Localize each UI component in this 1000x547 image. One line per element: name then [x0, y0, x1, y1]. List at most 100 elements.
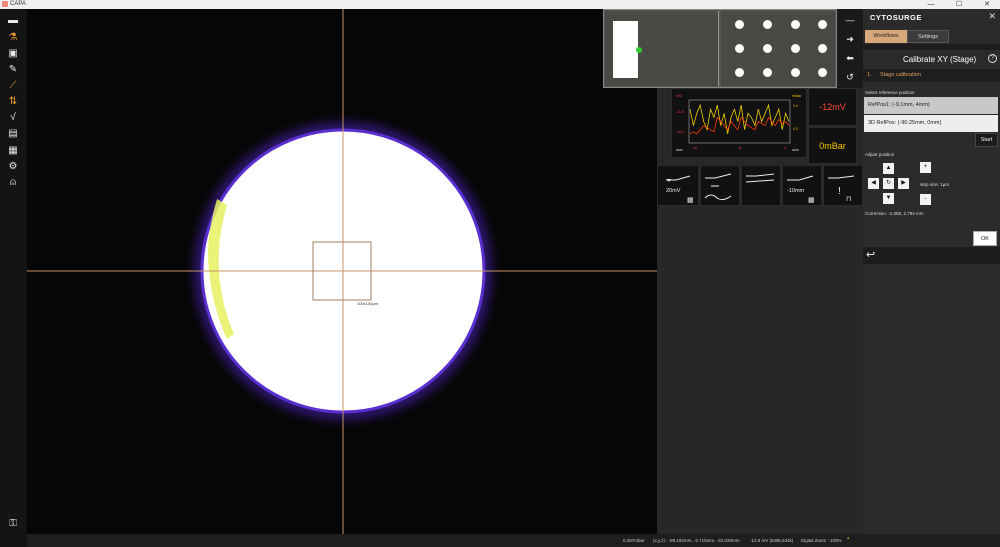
well[interactable]: [735, 68, 744, 77]
left-auto-label[interactable]: auto: [676, 148, 683, 152]
ok-button[interactable]: OK: [973, 231, 997, 246]
x-tick: -12: [692, 146, 697, 150]
step-decrease-button[interactable]: -: [920, 194, 931, 205]
gears-icon[interactable]: ⚙: [6, 161, 20, 173]
close-button[interactable]: ✕: [976, 0, 998, 9]
x-tick: -6: [738, 146, 741, 150]
help-icon[interactable]: ?: [988, 54, 997, 63]
document-icon[interactable]: ▤: [6, 128, 20, 140]
voltage-value: -12mV: [819, 102, 846, 112]
calculator-icon[interactable]: ▦: [687, 196, 694, 204]
well[interactable]: [818, 44, 827, 53]
move-left-button[interactable]: ◀: [868, 178, 879, 189]
collapse-icon[interactable]: —: [842, 13, 858, 27]
series-line-0: [689, 103, 790, 134]
status-zoom: Digital Zoom : 100%: [801, 538, 842, 543]
arrow-left-icon[interactable]: ⬅: [842, 51, 858, 65]
voltage-waveform-icon: [666, 175, 691, 182]
microscope-icon[interactable]: ⚗: [6, 32, 20, 44]
back-icon[interactable]: ↩: [866, 248, 875, 261]
z-tool[interactable]: -10mm ▦: [782, 165, 822, 206]
voltage-tool[interactable]: 20mV ▦: [657, 165, 699, 206]
well[interactable]: [735, 44, 744, 53]
well[interactable]: [818, 68, 827, 77]
maximize-button[interactable]: ☐: [948, 0, 970, 9]
camera-icon[interactable]: ▣: [6, 48, 20, 60]
start-button[interactable]: Start: [975, 133, 998, 147]
right-auto-label[interactable]: auto: [792, 148, 799, 152]
signal-chart-tile[interactable]: mV mBar -11.6 -12.2 0.4 0.2 -12 -6 0 aut…: [671, 88, 807, 158]
move-up-button[interactable]: ▲: [883, 163, 894, 174]
right-axis-unit: mBar: [792, 93, 802, 98]
panel-close-icon[interactable]: ✕: [988, 11, 996, 22]
well[interactable]: [763, 20, 772, 29]
step-increase-button[interactable]: +: [920, 162, 931, 173]
graph-icon[interactable]: ⟋: [6, 80, 20, 92]
move-down-button[interactable]: ▼: [883, 193, 894, 204]
camera-viewport[interactable]: 100x100µm: [27, 9, 657, 534]
slide-map[interactable]: [605, 11, 719, 86]
voltage-setting: 20mV: [666, 188, 681, 194]
app-icon: [2, 1, 8, 7]
alert-icon: !: [828, 175, 855, 197]
calendar-icon[interactable]: ▦: [6, 145, 20, 157]
x-tick: 0: [784, 146, 786, 150]
stage-minimap[interactable]: [603, 9, 837, 88]
ruler-icon[interactable]: ▬: [6, 15, 20, 27]
z-waveform-icon: [787, 175, 814, 181]
step-header[interactable]: 1. Stage calibration: [863, 69, 1000, 82]
lock-icon[interactable]: ⊓: [846, 195, 851, 203]
move-right-button[interactable]: ▶: [898, 178, 909, 189]
tab-settings[interactable]: Settings: [907, 30, 949, 43]
steps-icon[interactable]: ⇅: [6, 96, 20, 108]
profile-tool[interactable]: [741, 165, 781, 206]
ref-position-item[interactable]: 3D RefPos: (-90.25mm, 0mm): [864, 115, 998, 132]
select-ref-label: Select reference position: [865, 90, 915, 95]
well[interactable]: [763, 44, 772, 53]
pressure-value: 0mBar: [819, 141, 846, 151]
sqrt-icon[interactable]: √: [6, 112, 20, 124]
left-toolbar: ▬ ⚗ ▣ ✎ ⟋ ⇅ √ ▤ ▦ ⚙ ⍝ ⚿: [0, 9, 27, 547]
workflow-title: Calibrate XY (Stage): [903, 55, 977, 64]
well[interactable]: [735, 20, 744, 29]
step-size-label: step size: 1µm: [920, 182, 950, 187]
right-tick: 0.2: [793, 127, 798, 131]
status-pressure: 0.267mbar: [623, 538, 645, 543]
step-number: 1.: [867, 72, 872, 78]
panel-footer: ↩: [863, 247, 1000, 264]
correction-label: Correction: -1.059, 2.794 mm: [865, 211, 924, 216]
pipette-icon[interactable]: ✎: [6, 64, 20, 76]
adjust-position-label: Adjust position: [865, 152, 895, 157]
minimize-button[interactable]: —: [920, 0, 942, 9]
status-bar: 0.267mbar (x,y,z) : -89.192mm, -2.715mm,…: [27, 534, 1000, 547]
well[interactable]: [791, 44, 800, 53]
left-axis-unit: mV: [676, 93, 682, 98]
minimap-toolbar: — ➜ ⬅ ↺: [837, 9, 863, 88]
scale-label: 100x100µm: [357, 301, 379, 306]
alert-tool[interactable]: ! ⊓: [823, 165, 863, 206]
person-icon[interactable]: ⍝: [6, 177, 20, 189]
arrow-right-icon[interactable]: ➜: [842, 32, 858, 46]
approach-tool[interactable]: [700, 165, 740, 206]
signal-chart: mV mBar -11.6 -12.2 0.4 0.2 -12 -6 0 aut…: [676, 93, 802, 152]
left-tick: -12.2: [676, 130, 684, 134]
status-indicator-icon: ▪: [847, 536, 850, 542]
well[interactable]: [763, 68, 772, 77]
voltage-readout: -12mV: [808, 88, 857, 126]
calculator-icon[interactable]: ▦: [808, 196, 815, 204]
approach-icon: [704, 173, 732, 201]
well[interactable]: [818, 20, 827, 29]
well[interactable]: [791, 68, 800, 77]
rotate-icon[interactable]: ↺: [842, 70, 858, 84]
reset-position-button[interactable]: ↻: [883, 178, 894, 189]
step-label: Stage calibration: [880, 72, 921, 78]
right-tick: 0.4: [793, 104, 798, 108]
well[interactable]: [791, 20, 800, 29]
left-tick: -11.6: [676, 110, 684, 114]
ref-position-item[interactable]: RefPos1: (-9.1mm, 4mm): [864, 97, 998, 114]
well-plate-map[interactable]: [721, 11, 835, 86]
tab-workflows[interactable]: Workflows: [865, 30, 907, 43]
pressure-readout: 0mBar: [808, 127, 857, 164]
current-position-marker: [636, 47, 642, 53]
settings-lock-icon[interactable]: ⚿: [6, 518, 20, 530]
